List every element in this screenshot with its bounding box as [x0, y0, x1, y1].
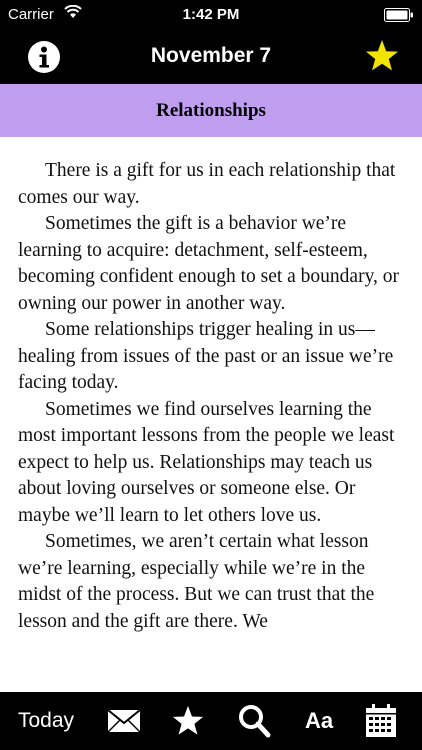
battery-icon [384, 8, 414, 26]
favorite-star-icon[interactable] [364, 38, 400, 79]
paragraph: Sometimes the gift is a behavior we’re l… [18, 213, 400, 314]
today-button[interactable]: Today [10, 692, 82, 750]
favorites-star-icon[interactable] [166, 692, 210, 750]
font-size-icon[interactable]: Aa [296, 692, 342, 750]
status-bar: Carrier 1:42 PM [0, 0, 422, 30]
paragraph: Some relationships trigger healing in us… [18, 319, 394, 393]
reading-content: There is a gift for us in each relations… [18, 158, 410, 692]
tab-bar: Today Aa [0, 692, 422, 750]
paragraph: There is a gift for us in each relations… [18, 160, 396, 208]
paragraph: Sometimes we find ourselves learning the… [18, 398, 395, 526]
section-header: Relationships [0, 84, 422, 137]
mail-icon[interactable] [102, 692, 146, 750]
paragraph: Sometimes, we aren’t certain what lesson… [18, 531, 375, 632]
page-title: November 7 [150, 44, 272, 67]
section-title: Relationships [156, 100, 266, 121]
navigation-bar: November 7 [0, 30, 422, 84]
status-time: 1:42 PM [182, 6, 240, 23]
calendar-icon[interactable] [360, 692, 402, 750]
search-icon[interactable] [232, 692, 276, 750]
